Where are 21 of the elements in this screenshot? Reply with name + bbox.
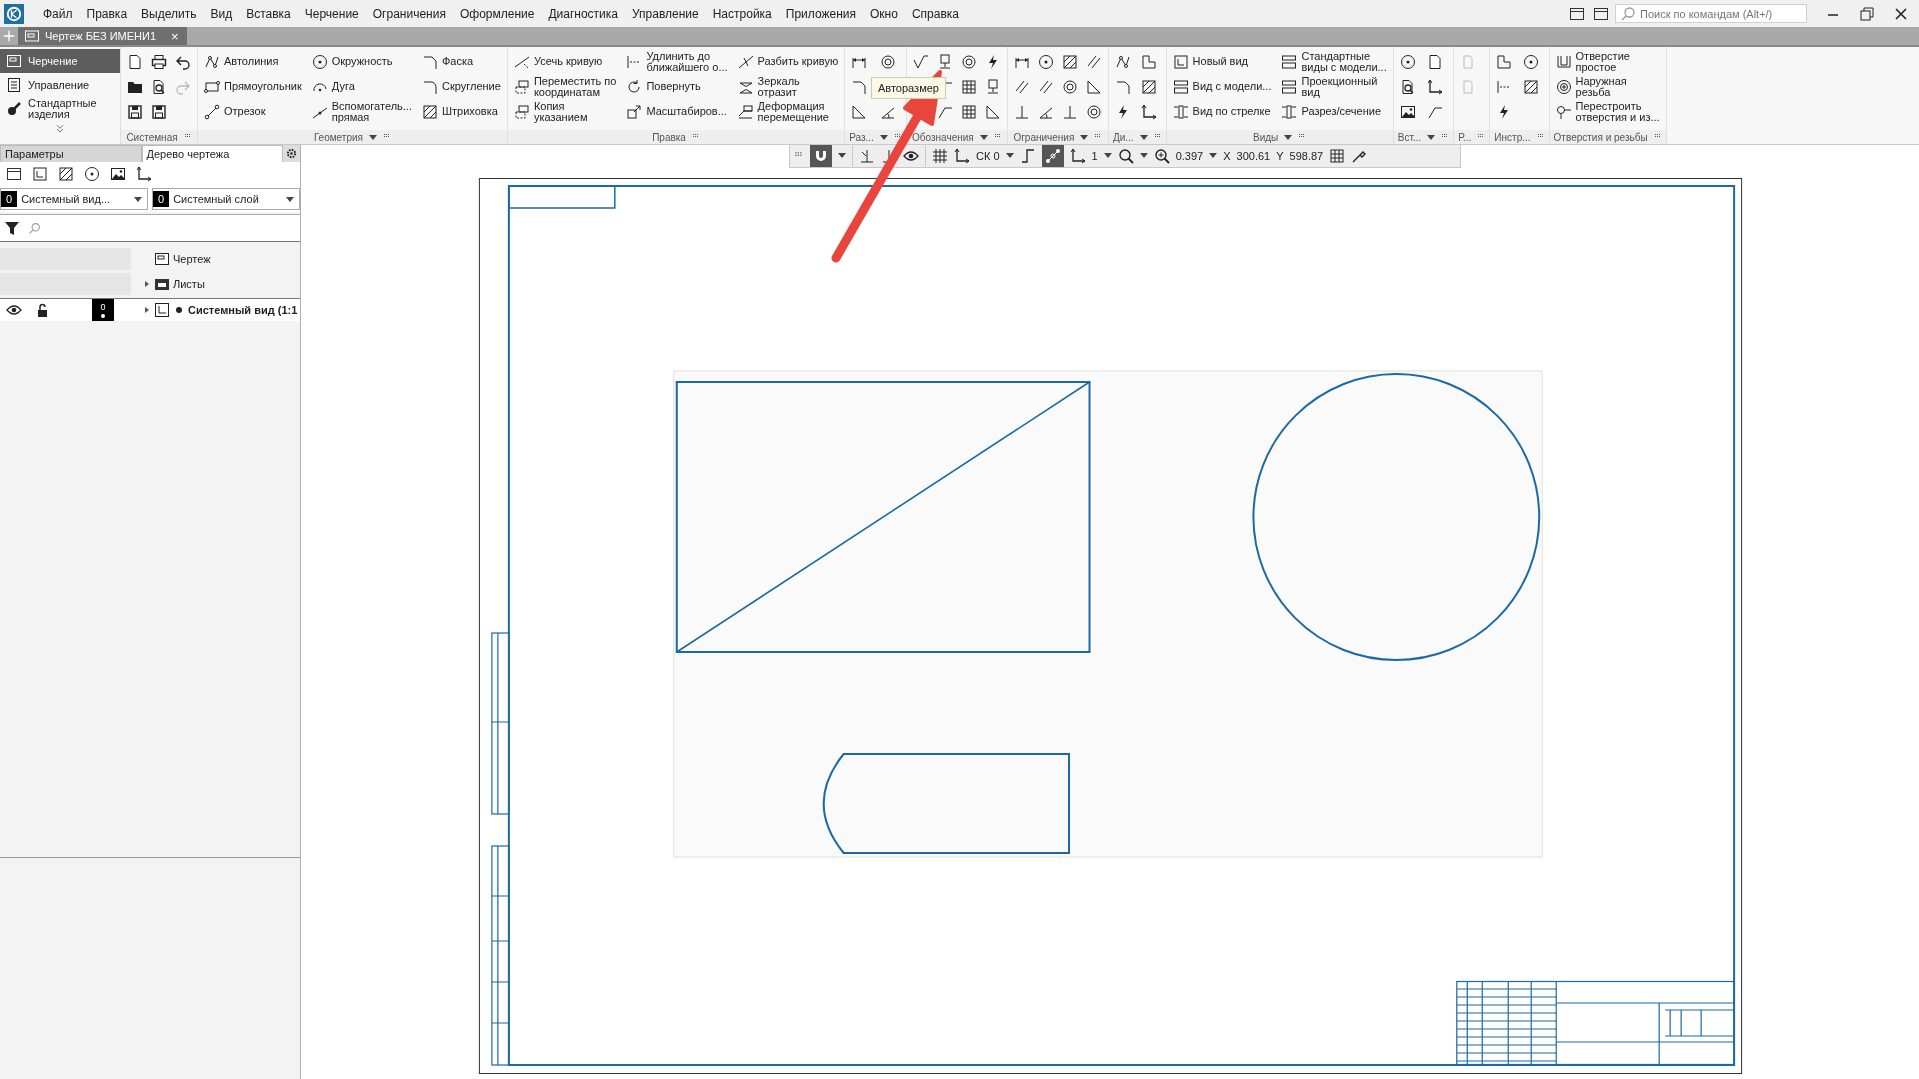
- step-value: 1: [1091, 149, 1098, 162]
- group-title: Ограничения: [1013, 131, 1075, 143]
- zoom-value: 0.397: [1175, 149, 1204, 162]
- group-title: Геометрия: [313, 131, 363, 143]
- group-title: Обозначения: [912, 131, 974, 143]
- group-title: Вст...: [1397, 131, 1422, 143]
- coordinate-value: 300.61: [1236, 149, 1271, 162]
- coordinate-label: Y: [1276, 149, 1284, 162]
- group-title: Виды: [1253, 131, 1279, 143]
- coordinate-value: 598.87: [1289, 149, 1324, 162]
- group-title: Инстр...: [1494, 131, 1531, 143]
- group-title: Ди...: [1112, 131, 1134, 143]
- group-title: Раз...: [849, 131, 874, 143]
- coordinate-system-label: СК 0: [976, 149, 1000, 162]
- group-title: Отверстия и резьбы: [1553, 131, 1648, 143]
- tooltip: Авторазмер: [871, 77, 946, 99]
- group-title: Правка: [652, 131, 686, 143]
- group-title: Системная: [126, 131, 178, 143]
- group-title: Р...: [1458, 131, 1472, 143]
- view-number: 0: [92, 299, 114, 321]
- coordinate-label: X: [1223, 149, 1231, 162]
